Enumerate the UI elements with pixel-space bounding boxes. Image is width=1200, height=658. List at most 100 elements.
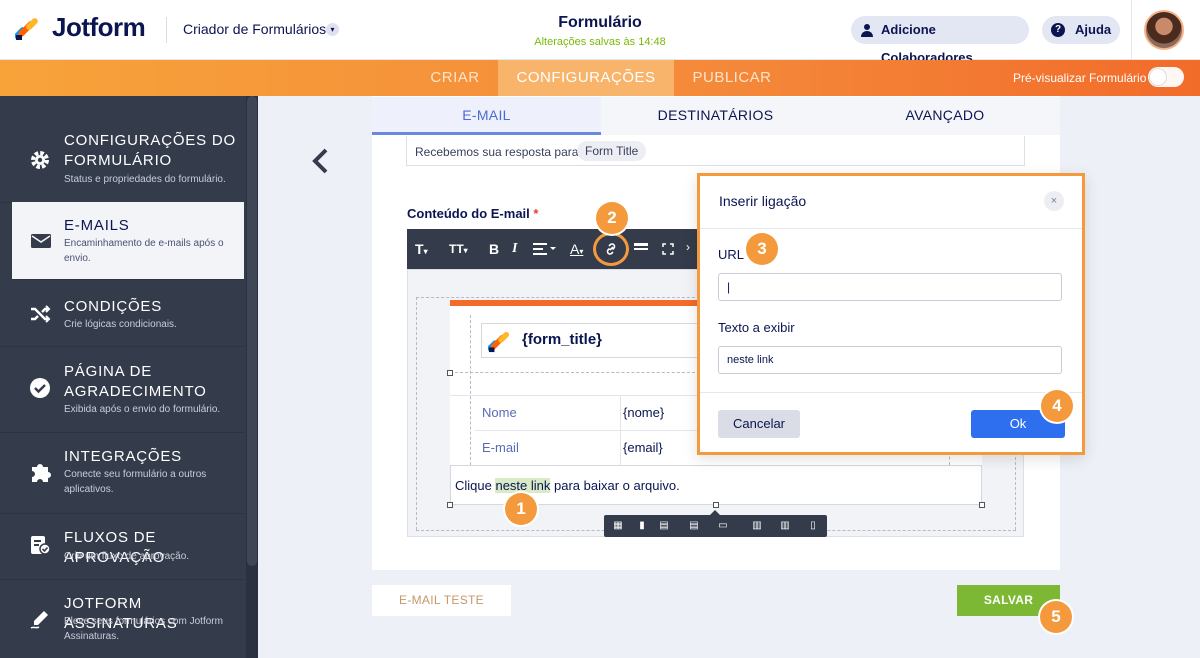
form-title-tag[interactable]: Form Title	[577, 141, 647, 161]
close-icon[interactable]: ×	[1044, 191, 1064, 211]
bold-button[interactable]: B	[489, 240, 499, 258]
delete-col-icon[interactable]: ▯	[806, 519, 820, 532]
align-icon[interactable]	[533, 242, 557, 256]
table-row-value: {email}	[623, 440, 663, 455]
resize-handle[interactable]	[447, 370, 453, 376]
sidebar-item-subtitle: Crie lógicas condicionais.	[64, 319, 177, 330]
callout-badge: 1	[505, 493, 537, 525]
dialog-divider	[700, 228, 1082, 229]
check-circle-icon	[30, 378, 50, 398]
download-link-text[interactable]: Clique neste link para baixar o arquivo.	[455, 478, 680, 493]
form-title: Formulário	[558, 14, 642, 31]
toggle-knob	[1150, 69, 1166, 85]
url-label: URL	[718, 247, 745, 262]
header-divider	[166, 17, 167, 43]
tab-criar[interactable]: CRIAR	[412, 60, 498, 96]
gear-icon	[31, 151, 49, 169]
required-mark: *	[533, 206, 539, 221]
creator-menu[interactable]: Criador de Formulários	[183, 21, 326, 37]
jotform-logo-icon[interactable]	[15, 15, 41, 41]
content-label: Conteúdo do E-mail *	[407, 206, 538, 221]
table-icon[interactable]: ▦	[611, 519, 625, 532]
preview-label: Pré-visualizar Formulário	[1013, 71, 1147, 85]
content-label-text: Conteúdo do E-mail	[407, 206, 530, 221]
tab-email[interactable]: E-MAIL	[372, 97, 601, 135]
user-icon	[861, 24, 873, 37]
add-collaborators-button[interactable]: Adicione Colaboradores	[851, 16, 1029, 65]
tab-advanced[interactable]: AVANÇADO	[830, 97, 1060, 135]
tab-publicar[interactable]: PUBLICAR	[676, 60, 788, 96]
callout-badge: 2	[596, 202, 628, 234]
sidebar-item-form-settings[interactable]: CONFIGURAÇÕES DO FORMULÁRIO Status e pro…	[0, 119, 244, 203]
sidebar-item-approval-flows[interactable]: FLUXOS DE APROVAÇÃO Crie um fluxo de apr…	[0, 514, 244, 580]
insert-col-right-icon[interactable]: ▥	[778, 519, 792, 532]
jotform-logo-icon	[488, 331, 510, 353]
selected-link-text[interactable]: neste link	[495, 478, 551, 493]
sidebar-item-title: E-MAILS	[64, 217, 130, 234]
table-divider	[620, 395, 621, 465]
sidebar-item-emails[interactable]: E-MAILS Encaminhamento de e-mails após o…	[12, 202, 244, 280]
tab-recipients[interactable]: DESTINATÁRIOS	[601, 97, 830, 135]
form-title-placeholder: {form_title}	[522, 331, 603, 348]
sidebar-item-title: CONDIÇÕES	[64, 298, 163, 315]
table-divider	[475, 430, 700, 431]
envelope-icon	[31, 234, 51, 248]
sidebar-item-title: PÁGINA DE AGRADECIMENTO	[64, 363, 207, 400]
url-input[interactable]	[718, 273, 1062, 301]
insert-row-below-icon[interactable]: ▤	[687, 519, 701, 532]
shuffle-icon	[31, 305, 51, 323]
sidebar-item-integrations[interactable]: INTEGRAÇÕES Conecte seu formulário a out…	[0, 433, 244, 514]
chevron-down-icon[interactable]: ▾	[326, 23, 339, 36]
scrollbar-thumb[interactable]	[247, 96, 257, 566]
fullscreen-icon[interactable]	[662, 243, 674, 255]
resize-handle[interactable]	[979, 502, 985, 508]
sidebar-item-subtitle: Encaminhamento de e-mails após o envio.	[64, 238, 224, 264]
sidebar-item-title: INTEGRAÇÕES	[64, 448, 182, 465]
dialog-divider	[700, 392, 1082, 393]
delete-row-icon[interactable]: ▭	[716, 519, 730, 532]
approval-icon	[31, 536, 51, 555]
table-row-label: Nome	[482, 405, 517, 420]
sidebar-item-signatures[interactable]: JOTFORM ASSINATURAS Eleve seus formulári…	[0, 580, 244, 658]
sidebar-item-subtitle: Conecte seu formulário a outros aplicati…	[64, 469, 207, 495]
horizontal-rule-icon[interactable]	[634, 243, 648, 255]
sidebar-item-subtitle: Crie um fluxo de aprovação.	[64, 551, 190, 562]
pen-icon	[30, 611, 48, 629]
dialog-title: Inserir ligação	[719, 193, 807, 209]
table-row-value: {nome}	[623, 405, 665, 420]
sidebar-item-subtitle: Exibida após o envio do formulário.	[64, 404, 221, 415]
callout-badge: 3	[746, 233, 778, 265]
display-text-label: Texto a exibir	[718, 320, 795, 335]
text-color-button[interactable]: A▾	[570, 240, 583, 258]
callout-badge: 5	[1040, 601, 1072, 633]
chevron-left-icon[interactable]	[308, 146, 332, 176]
grid-line	[416, 297, 417, 530]
brand-name[interactable]: Jotform	[52, 12, 146, 43]
link-icon[interactable]	[603, 241, 619, 257]
sidebar-item-title: CONFIGURAÇÕES DO FORMULÁRIO	[64, 132, 236, 169]
table-row-label: E-mail	[482, 440, 519, 455]
cancel-button[interactable]: Cancelar	[718, 410, 800, 438]
grid-line	[450, 372, 700, 373]
sidebar-item-thank-you-page[interactable]: PÁGINA DE AGRADECIMENTO Exibida após o e…	[0, 347, 244, 433]
font-size-button[interactable]: TT▾	[449, 240, 468, 258]
puzzle-icon	[32, 464, 51, 482]
resize-handle[interactable]	[447, 502, 453, 508]
subject-text: Recebemos sua resposta para	[415, 145, 579, 159]
insert-col-left-icon[interactable]: ▥	[750, 519, 764, 532]
sidebar-item-conditions[interactable]: CONDIÇÕES Crie lógicas condicionais.	[0, 281, 244, 347]
test-email-button[interactable]: E-MAIL TESTE	[372, 585, 511, 616]
font-family-button[interactable]: T▾	[415, 240, 428, 258]
tab-configuracoes[interactable]: CONFIGURAÇÕES	[498, 60, 674, 96]
header-divider	[1131, 0, 1132, 60]
save-status: Alterações salvas às 14:48	[534, 36, 666, 48]
avatar[interactable]	[1144, 10, 1184, 50]
callout-badge: 4	[1041, 390, 1073, 422]
trash-icon[interactable]: ▮	[635, 519, 649, 532]
insert-row-above-icon[interactable]: ▤	[657, 519, 671, 532]
question-icon: ?	[1051, 23, 1065, 37]
resize-handle[interactable]	[713, 502, 719, 508]
italic-button[interactable]: I	[512, 240, 517, 258]
display-text-input[interactable]	[718, 346, 1062, 374]
sidebar-item-subtitle: Status e propriedades do formulário.	[64, 174, 226, 185]
